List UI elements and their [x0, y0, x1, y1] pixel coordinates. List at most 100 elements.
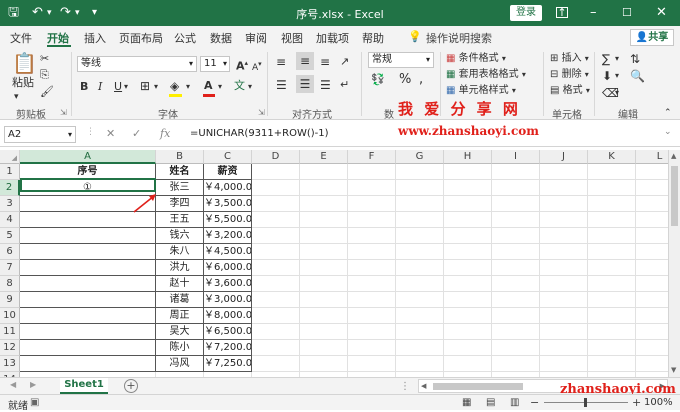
zoom-level[interactable]: 100%: [644, 397, 673, 408]
column-header-f[interactable]: F: [348, 150, 396, 164]
add-sheet-icon[interactable]: +: [124, 379, 138, 393]
cell-b7[interactable]: 洪九: [156, 260, 204, 276]
cell-c9[interactable]: ￥3,000.0: [204, 292, 252, 308]
cell-a12[interactable]: [20, 340, 156, 356]
scroll-prev-sheet-icon[interactable]: ◀: [10, 380, 16, 389]
cell-j3[interactable]: [540, 196, 588, 212]
cell-h13[interactable]: [444, 356, 492, 372]
cell-a13[interactable]: [20, 356, 156, 372]
cell-k13[interactable]: [588, 356, 636, 372]
cell-d1[interactable]: [252, 164, 300, 180]
cell-j7[interactable]: [540, 260, 588, 276]
cell-f13[interactable]: [348, 356, 396, 372]
name-box[interactable]: A2 ▾: [4, 126, 76, 143]
orientation-icon[interactable]: ↗: [340, 55, 349, 69]
cell-c11[interactable]: ￥6,500.0: [204, 324, 252, 340]
page-break-view-icon[interactable]: ▥: [510, 397, 519, 408]
borders-icon[interactable]: ⊞: [140, 79, 150, 93]
cell-j12[interactable]: [540, 340, 588, 356]
column-header-d[interactable]: D: [252, 150, 300, 164]
cell-b12[interactable]: 陈小: [156, 340, 204, 356]
cell-i13[interactable]: [492, 356, 540, 372]
cell-j13[interactable]: [540, 356, 588, 372]
cell-e7[interactable]: [300, 260, 348, 276]
align-top-icon[interactable]: ≡: [276, 55, 286, 69]
tab-formulas[interactable]: 公式: [174, 30, 196, 46]
align-bottom-icon[interactable]: ≡: [320, 55, 330, 69]
fill-dropdown-icon[interactable]: ▾: [615, 69, 619, 83]
cell-d3[interactable]: [252, 196, 300, 212]
cell-b3[interactable]: 李四: [156, 196, 204, 212]
cell-c5[interactable]: ￥3,200.0: [204, 228, 252, 244]
align-right-icon[interactable]: ☰: [320, 78, 331, 92]
zoom-out-icon[interactable]: −: [530, 396, 539, 409]
cell-i5[interactable]: [492, 228, 540, 244]
bold-button[interactable]: B: [80, 80, 88, 94]
cell-h4[interactable]: [444, 212, 492, 228]
restore-icon[interactable]: ☐: [622, 5, 632, 21]
cell-i10[interactable]: [492, 308, 540, 324]
row-header-13[interactable]: 13: [0, 356, 20, 372]
cell-e8[interactable]: [300, 276, 348, 292]
cell-i9[interactable]: [492, 292, 540, 308]
cell-f6[interactable]: [348, 244, 396, 260]
row-header-9[interactable]: 9: [0, 292, 20, 308]
cell-i4[interactable]: [492, 212, 540, 228]
cell-g2[interactable]: [396, 180, 444, 196]
cell-d13[interactable]: [252, 356, 300, 372]
cell-j11[interactable]: [540, 324, 588, 340]
cell-b9[interactable]: 诸葛: [156, 292, 204, 308]
cell-c12[interactable]: ￥7,200.0: [204, 340, 252, 356]
paste-button[interactable]: 粘贴: [12, 76, 34, 90]
row-header-12[interactable]: 12: [0, 340, 20, 356]
cell-l7[interactable]: [636, 260, 668, 276]
underline-button[interactable]: U: [114, 80, 122, 94]
cell-f7[interactable]: [348, 260, 396, 276]
cell-k6[interactable]: [588, 244, 636, 260]
cell-a9[interactable]: [20, 292, 156, 308]
tab-addins[interactable]: 加载项: [316, 30, 349, 46]
cell-j9[interactable]: [540, 292, 588, 308]
cell-k1[interactable]: [588, 164, 636, 180]
cell-l10[interactable]: [636, 308, 668, 324]
cell-j10[interactable]: [540, 308, 588, 324]
cell-h5[interactable]: [444, 228, 492, 244]
cell-k3[interactable]: [588, 196, 636, 212]
cell-i8[interactable]: [492, 276, 540, 292]
tab-file[interactable]: 文件: [10, 30, 32, 46]
cell-a8[interactable]: [20, 276, 156, 292]
paste-dropdown-icon[interactable]: ▾: [14, 90, 19, 104]
cell-h3[interactable]: [444, 196, 492, 212]
row-header-11[interactable]: 11: [0, 324, 20, 340]
cell-d2[interactable]: [252, 180, 300, 196]
cell-g3[interactable]: [396, 196, 444, 212]
cell-f5[interactable]: [348, 228, 396, 244]
cell-h6[interactable]: [444, 244, 492, 260]
row-header-3[interactable]: 3: [0, 196, 20, 212]
cell-a5[interactable]: [20, 228, 156, 244]
cell-k2[interactable]: [588, 180, 636, 196]
cell-j4[interactable]: [540, 212, 588, 228]
sort-filter-icon[interactable]: ⇅: [630, 52, 640, 66]
cell-g12[interactable]: [396, 340, 444, 356]
cell-i6[interactable]: [492, 244, 540, 260]
cell-f10[interactable]: [348, 308, 396, 324]
cell-c6[interactable]: ￥4,500.0: [204, 244, 252, 260]
row-header-6[interactable]: 6: [0, 244, 20, 260]
row-header-2[interactable]: 2: [0, 180, 20, 196]
sheet-tab-sheet1[interactable]: Sheet1: [60, 378, 108, 394]
font-color-dropdown-icon[interactable]: ▾: [218, 80, 222, 94]
cell-e10[interactable]: [300, 308, 348, 324]
cell-l3[interactable]: [636, 196, 668, 212]
clipboard-launcher-icon[interactable]: ⇲: [60, 106, 67, 120]
cell-h8[interactable]: [444, 276, 492, 292]
tab-help[interactable]: 帮助: [362, 30, 384, 46]
cell-e3[interactable]: [300, 196, 348, 212]
cell-k8[interactable]: [588, 276, 636, 292]
cell-d10[interactable]: [252, 308, 300, 324]
cell-i7[interactable]: [492, 260, 540, 276]
phonetic-icon[interactable]: 文: [234, 79, 245, 93]
cell-k7[interactable]: [588, 260, 636, 276]
insert-function-button[interactable]: fx: [160, 127, 170, 140]
cell-g6[interactable]: [396, 244, 444, 260]
